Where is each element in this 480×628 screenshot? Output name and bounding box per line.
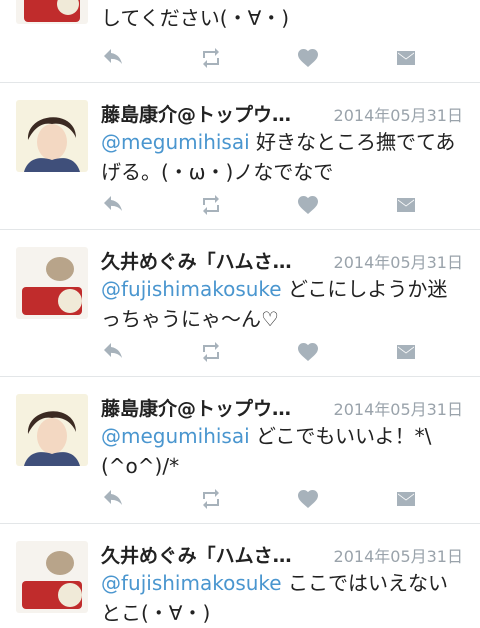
envelope-icon[interactable] [394,487,418,511]
hamster-avatar-image [16,247,88,319]
tweet-text: @megumihisai 好きなところ撫でてあげる。(・ω・)ノなでなで [101,130,456,184]
display-name[interactable]: 久井めぐみ「ハムさ… [101,541,316,568]
heart-icon[interactable] [296,487,320,511]
mention-link[interactable]: @megumihisai [101,130,250,154]
envelope-icon[interactable] [394,193,418,217]
envelope-icon[interactable] [394,340,418,364]
heart-icon[interactable] [296,193,320,217]
avatar[interactable] [16,394,88,466]
envelope-icon[interactable] [394,46,418,70]
tweet-text: @fujishimakosuke どこにしようか迷っちゃうにゃ〜ん♡ [101,277,448,331]
retweet-icon[interactable] [199,487,223,511]
avatar[interactable] [16,247,88,319]
tweet[interactable]: してください(・∀・) [0,0,480,83]
display-name[interactable]: 藤島康介@トップウ… [101,100,316,127]
avatar[interactable] [16,100,88,172]
illustrated-man-avatar-image [16,394,88,466]
heart-icon[interactable] [296,340,320,364]
hamster-avatar-image [16,541,88,613]
tweet[interactable]: 久井めぐみ「ハムさ… 2014年05月31日 @fujishimakosuke … [0,230,480,377]
avatar[interactable] [16,541,88,613]
mention-link[interactable]: @fujishimakosuke [101,277,282,301]
reply-icon[interactable] [101,46,125,70]
retweet-icon[interactable] [199,340,223,364]
avatar[interactable] [16,0,88,24]
reply-icon[interactable] [101,193,125,217]
heart-icon[interactable] [296,46,320,70]
illustrated-man-avatar-image [16,100,88,172]
display-name[interactable]: 藤島康介@トップウ… [101,394,316,421]
tweet-date[interactable]: 2014年05月31日 [334,543,463,567]
mention-link[interactable]: @megumihisai [101,424,250,448]
tweet[interactable]: 藤島康介@トップウ… 2014年05月31日 @megumihisai 好きなと… [0,83,480,230]
tweet-date[interactable]: 2014年05月31日 [334,102,463,126]
tweet-date[interactable]: 2014年05月31日 [334,396,463,420]
tweet-actions [101,340,431,364]
tweet[interactable]: 久井めぐみ「ハムさ… 2014年05月31日 @fujishimakosuke … [0,524,480,625]
retweet-icon[interactable] [199,193,223,217]
retweet-icon[interactable] [199,46,223,70]
tweet-text: @megumihisai どこでもいいよ！*\(^o^)/* [101,424,432,478]
reply-icon[interactable] [101,487,125,511]
display-name[interactable]: 久井めぐみ「ハムさ… [101,247,316,274]
tweet-text: @fujishimakosuke ここではいえないとこ(・∀・) [101,571,448,625]
hamster-avatar-image [16,0,88,24]
tweet-actions [101,46,431,70]
reply-icon[interactable] [101,340,125,364]
tweet-actions [101,487,431,511]
tweet[interactable]: 藤島康介@トップウ… 2014年05月31日 @megumihisai どこでも… [0,377,480,524]
tweet-text: してください(・∀・) [101,6,290,30]
tweet-date[interactable]: 2014年05月31日 [334,249,463,273]
mention-link[interactable]: @fujishimakosuke [101,571,282,595]
tweet-actions [101,193,431,217]
